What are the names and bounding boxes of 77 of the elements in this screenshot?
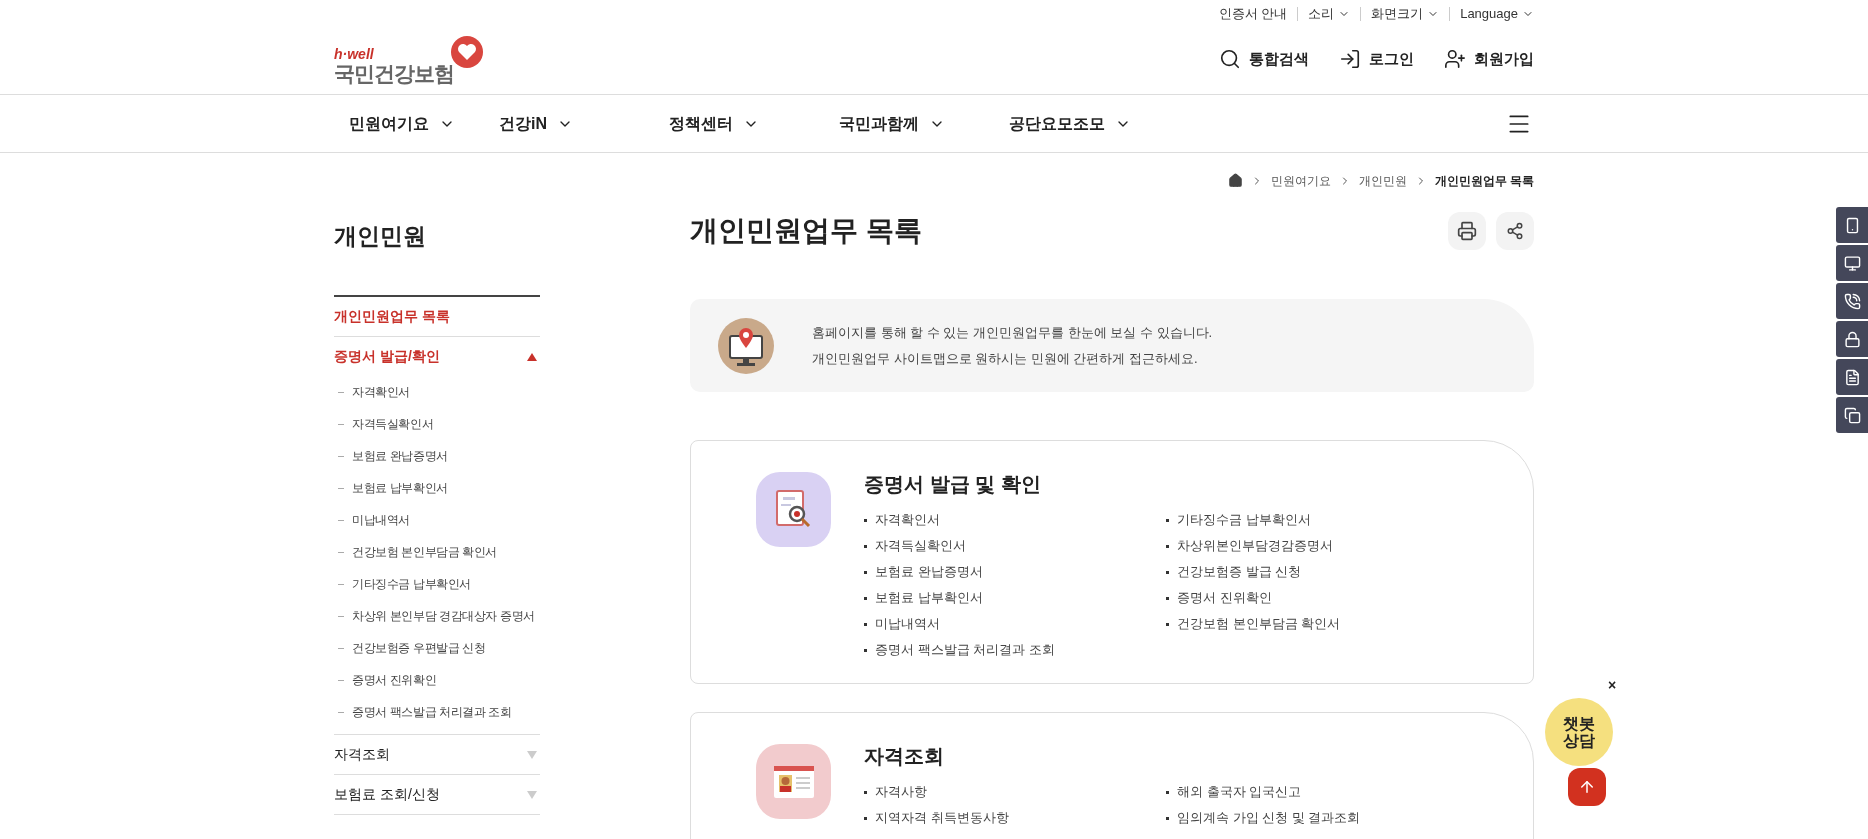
login-link[interactable]: 로그인	[1339, 47, 1414, 71]
lock-icon[interactable]	[1836, 321, 1868, 357]
section-link[interactable]: 증명서 팩스발급 처리결과 조회	[875, 640, 1055, 660]
sidebar-item[interactable]: 자격조회	[334, 735, 540, 774]
sidebar-subitem[interactable]: 기타징수금 납부확인서	[334, 568, 540, 600]
triangle-up-icon	[527, 352, 537, 361]
signup-link[interactable]: 회원가입	[1444, 47, 1534, 71]
triangle-down-icon	[527, 790, 537, 799]
printer-icon	[1457, 221, 1477, 241]
section-link[interactable]: 미납내역서	[875, 614, 940, 634]
section-link[interactable]: 보험료 완납증명서	[875, 562, 983, 582]
document-icon[interactable]	[1836, 359, 1868, 395]
utility-link[interactable]: 화면크기	[1371, 4, 1440, 24]
chatbot-button[interactable]: 챗봇상담	[1545, 698, 1613, 766]
section-link[interactable]: 자격사항	[875, 782, 927, 802]
nav-menu-item[interactable]: 민원여기요	[334, 111, 464, 136]
section-link[interactable]: 차상위본인부담경감증명서	[1177, 536, 1333, 556]
utility-link[interactable]: Language	[1460, 4, 1534, 24]
section-link[interactable]: 증명서 진위확인	[1177, 588, 1272, 608]
breadcrumb-link[interactable]: 개인민원업무 목록	[1434, 171, 1534, 190]
share-icon	[1506, 222, 1524, 240]
nav-menu-item[interactable]: 국민과함께	[824, 111, 974, 136]
sidebar-item[interactable]: 개인민원업무 목록	[334, 297, 540, 336]
sidebar-subitem[interactable]: 자격득실확인서	[334, 408, 540, 440]
sidebar-subitem[interactable]: 증명서 진위확인	[334, 664, 540, 696]
section-title: 증명서 발급 및 확인	[864, 472, 1042, 497]
sidebar-item[interactable]: 보험료 조회/신청	[334, 775, 540, 814]
monitor-icon[interactable]	[1836, 245, 1868, 281]
sidebar-item[interactable]: 증명서 발급/확인	[334, 337, 540, 376]
utility-link[interactable]: 인증서 안내	[1218, 4, 1288, 24]
nav-menu-item[interactable]: 공단요모조모	[994, 111, 1144, 136]
section-link[interactable]: 자격확인서	[875, 510, 940, 530]
section-link[interactable]: 지역자격 취득변동사항	[875, 808, 1009, 828]
sidebar-subitem[interactable]: 미납내역서	[334, 504, 540, 536]
nav-menu-item[interactable]: 건강iN	[484, 111, 634, 136]
signup-icon	[1444, 48, 1466, 70]
chatbot-close-button[interactable]: ×	[1608, 678, 1617, 692]
page-title: 개인민원업무 목록	[690, 214, 922, 248]
sidebar-subitem[interactable]: 보험료 납부확인서	[334, 472, 540, 504]
breadcrumb-link[interactable]: 민원여기요	[1270, 171, 1331, 190]
section-link[interactable]: 건강보험 본인부담금 확인서	[1177, 614, 1341, 634]
intro-text: 개인민원업무 사이트맵으로 원하시는 민원에 간편하게 접근하세요.	[812, 349, 1199, 368]
sidebar-title: 개인민원	[334, 193, 540, 297]
sidebar-subitem[interactable]: 보험료 완납증명서	[334, 440, 540, 472]
triangle-down-icon	[527, 750, 537, 759]
logo-name: 국민건강보험	[334, 62, 454, 84]
utility-link[interactable]: 소리	[1308, 4, 1351, 24]
sidebar-subitem[interactable]: 자격확인서	[334, 376, 540, 408]
id-card-icon	[756, 744, 831, 819]
phone-call-icon[interactable]	[1836, 283, 1868, 319]
section-link[interactable]: 해외 출국자 입국신고	[1177, 782, 1302, 802]
breadcrumb-link[interactable]: 개인민원	[1358, 171, 1407, 190]
section-link[interactable]: 자격득실확인서	[875, 536, 966, 556]
windows-icon[interactable]	[1836, 397, 1868, 433]
search-link[interactable]: 통합검색	[1219, 47, 1309, 71]
sidebar-subitem[interactable]: 증명서 팩스발급 처리결과 조회	[334, 696, 540, 728]
section-link[interactable]: 보험료 납부확인서	[875, 588, 983, 608]
scroll-top-button[interactable]	[1568, 768, 1606, 806]
section-link[interactable]: 임의계속 가입 신청 및 결과조회	[1177, 808, 1361, 828]
sidebar-subitem[interactable]: 차상위 본인부담 경감대상자 증명서	[334, 600, 540, 632]
section-link[interactable]: 기타징수금 납부확인서	[1177, 510, 1311, 530]
certificate-icon	[756, 472, 831, 547]
intro-text: 홈페이지를 통해 할 수 있는 개인민원업무를 한눈에 보실 수 있습니다.	[812, 324, 1213, 342]
heart-logo-icon	[450, 34, 484, 69]
logo[interactable]: h·well 국민건강보험	[334, 34, 484, 84]
share-button[interactable]	[1496, 212, 1534, 250]
sidebar-subitem[interactable]: 건강보험 본인부담금 확인서	[334, 536, 540, 568]
sidebar-subitem[interactable]: 건강보험증 우편발급 신청	[334, 632, 540, 664]
monitor-pin-icon	[718, 317, 774, 374]
login-icon	[1339, 48, 1361, 70]
section-link[interactable]: 건강보험증 발급 신청	[1177, 562, 1302, 582]
nav-menu-item[interactable]: 정책센터	[654, 111, 804, 136]
logo-tagline: h·well	[334, 46, 375, 61]
search-icon	[1219, 48, 1241, 70]
section-title: 자격조회	[864, 744, 945, 769]
print-button[interactable]	[1448, 212, 1486, 250]
home-icon[interactable]	[1227, 173, 1243, 188]
